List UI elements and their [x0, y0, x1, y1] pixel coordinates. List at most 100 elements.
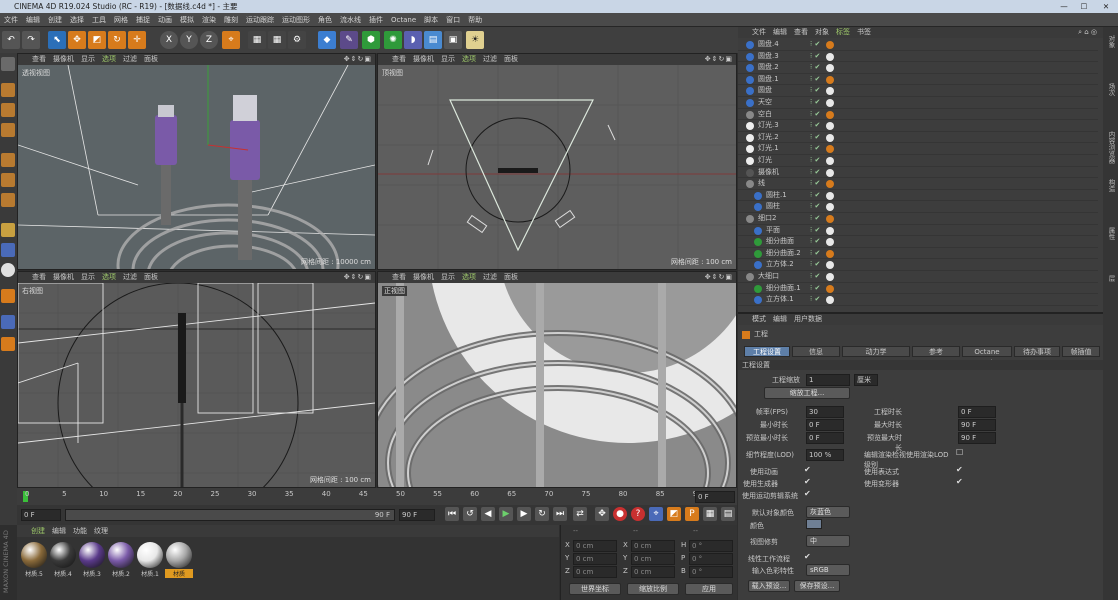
visibility-toggle-icon[interactable]: ⁝ ✔ — [810, 294, 820, 305]
om-menu-view[interactable]: 查看 — [794, 28, 808, 36]
object-row[interactable]: 细分曲面.2 ⁝ ✔ — [738, 248, 1098, 260]
visibility-toggle-icon[interactable]: ⁝ ✔ — [810, 190, 820, 201]
menu-window[interactable]: 窗口 — [442, 13, 464, 27]
render-settings-icon[interactable]: ⚙ — [288, 31, 306, 49]
vp-menu-view[interactable]: 查看 — [32, 54, 46, 65]
material-swatch[interactable]: 材质.2 — [107, 541, 135, 578]
default-color-dropdown[interactable]: 灰蓝色 — [806, 506, 850, 518]
visibility-toggle-icon[interactable]: ⁝ ✔ — [810, 236, 820, 247]
visibility-toggle-icon[interactable]: ⁝ ✔ — [810, 155, 820, 166]
apply-button[interactable]: 应用 — [685, 583, 733, 595]
material-tag-icon[interactable] — [826, 145, 834, 154]
keyframe-selection-icon[interactable]: ⌖ — [649, 507, 663, 521]
make-editable-icon[interactable] — [1, 57, 15, 71]
object-name[interactable]: 摄像机 — [758, 167, 779, 178]
object-row[interactable]: 细分曲面 ⁝ ✔ — [738, 236, 1098, 248]
camera-icon[interactable]: ▣ — [444, 31, 462, 49]
object-name[interactable]: 细分曲面.2 — [766, 248, 801, 259]
visibility-toggle-icon[interactable]: ⁝ ✔ — [810, 271, 820, 282]
vp-menu-filter[interactable]: 过滤 — [483, 54, 497, 65]
visibility-toggle-icon[interactable]: ⁝ ✔ — [810, 213, 820, 224]
visibility-toggle-icon[interactable]: ⁝ ✔ — [810, 85, 820, 96]
coord-field[interactable]: 0 cm — [631, 566, 675, 578]
am-menu-edit[interactable]: 编辑 — [773, 315, 787, 323]
material-tag-icon[interactable] — [826, 249, 834, 258]
vp-menu-panel[interactable]: 面板 — [144, 54, 158, 65]
object-name[interactable]: 细口2 — [758, 213, 776, 224]
pla-key-icon[interactable]: ▦ — [703, 507, 717, 521]
object-name[interactable]: 细分曲面 — [766, 236, 794, 247]
menu-help[interactable]: 帮助 — [464, 13, 486, 27]
menu-script[interactable]: 脚本 — [420, 13, 442, 27]
object-name[interactable]: 圆盘.3 — [758, 51, 779, 62]
use-animation-checkbox[interactable]: ✔ — [804, 465, 811, 474]
material-tag-icon[interactable] — [826, 284, 834, 293]
material-tag-icon[interactable] — [826, 226, 834, 235]
vp-menu-filter[interactable]: 过滤 — [123, 272, 137, 283]
menu-snap[interactable]: 捕捉 — [132, 13, 154, 27]
visibility-toggle-icon[interactable]: ⁝ ✔ — [810, 74, 820, 85]
vp-menu-options[interactable]: 选项 — [102, 272, 116, 283]
scale-icon[interactable]: ◩ — [88, 31, 106, 49]
menu-simulate[interactable]: 模拟 — [176, 13, 198, 27]
menu-mesh[interactable]: 网格 — [110, 13, 132, 27]
visibility-toggle-icon[interactable]: ⁝ ✔ — [810, 201, 820, 212]
object-name[interactable]: 立方体.2 — [766, 259, 794, 270]
object-row[interactable]: 圆盘.4 ⁝ ✔ — [738, 39, 1098, 51]
menu-create[interactable]: 创建 — [44, 13, 66, 27]
pen-icon[interactable]: ✎ — [340, 31, 358, 49]
play-icon[interactable]: ▶ — [499, 507, 513, 521]
move-icon[interactable]: ✥ — [68, 31, 86, 49]
color-swatch[interactable] — [806, 519, 822, 529]
vp-menu-panel[interactable]: 面板 — [504, 272, 518, 283]
param-key-icon[interactable]: P — [685, 507, 699, 521]
object-row[interactable]: 空白 ⁝ ✔ — [738, 109, 1098, 121]
visibility-toggle-icon[interactable]: ⁝ ✔ — [810, 109, 820, 120]
visibility-toggle-icon[interactable]: ⁝ ✔ — [810, 62, 820, 73]
render-view-icon[interactable]: ▦ — [248, 31, 266, 49]
autokey-icon[interactable]: ? — [631, 507, 645, 521]
coord-field[interactable]: 0 cm — [573, 553, 617, 565]
vp-menu-display[interactable]: 显示 — [81, 54, 95, 65]
coord-field[interactable]: 0 ° — [689, 566, 733, 578]
preview-max-field[interactable]: 90 F — [958, 432, 996, 444]
object-name[interactable]: 圆柱 — [766, 201, 780, 212]
menu-tools[interactable]: 工具 — [88, 13, 110, 27]
object-name[interactable]: 细分曲面.1 — [766, 283, 801, 294]
object-name[interactable]: 圆盘.4 — [758, 39, 779, 50]
visibility-toggle-icon[interactable]: ⁝ ✔ — [810, 167, 820, 178]
view-clip-dropdown[interactable]: 中 — [806, 535, 850, 547]
menu-edit[interactable]: 编辑 — [22, 13, 44, 27]
viewport-perspective[interactable]: 查看 摄像机 显示 选项 过滤 面板 ✥⇕↻▣ 透视视图 网格间距 : 10000 cm — [17, 53, 376, 270]
lock-workplane-icon[interactable] — [1, 315, 15, 329]
close-button[interactable]: ✕ — [1096, 0, 1116, 13]
vp-menu-filter[interactable]: 过滤 — [483, 272, 497, 283]
visibility-toggle-icon[interactable]: ⁝ ✔ — [810, 39, 820, 50]
tab-todo[interactable]: 待办事项 — [1014, 346, 1060, 357]
save-preset-button[interactable]: 保存预设... — [794, 580, 840, 592]
om-menu-file[interactable]: 文件 — [752, 28, 766, 36]
vp-menu-filter[interactable]: 过滤 — [123, 54, 137, 65]
coord-field[interactable]: 0 ° — [689, 540, 733, 552]
snap-icon[interactable] — [1, 263, 15, 277]
material-tag-icon[interactable] — [826, 64, 834, 73]
object-name[interactable]: 圆盘.1 — [758, 74, 779, 85]
visibility-toggle-icon[interactable]: ⁝ ✔ — [810, 283, 820, 294]
z-axis-icon[interactable]: Z — [200, 31, 218, 49]
goto-end-icon[interactable]: ⏭ — [553, 507, 567, 521]
object-row[interactable]: 摄像机 ⁝ ✔ — [738, 167, 1098, 179]
start-frame-field[interactable]: 0 F — [21, 509, 61, 521]
project-scale-field[interactable]: 1 — [806, 374, 850, 386]
tab-project-settings[interactable]: 工程设置 — [744, 346, 790, 357]
preview-range-slider[interactable]: 90 F — [65, 509, 395, 521]
menu-file[interactable]: 文件 — [0, 13, 22, 27]
timeline-ruler[interactable]: 051015202530354045505560657075808590 0 F — [17, 488, 737, 505]
om-menu-bookmarks[interactable]: 书签 — [857, 28, 871, 36]
vp-menu-display[interactable]: 显示 — [441, 272, 455, 283]
cube-icon[interactable]: ◆ — [318, 31, 336, 49]
edges-mode-icon[interactable] — [1, 173, 15, 187]
project-unit-dropdown[interactable]: 厘米 — [854, 374, 878, 386]
object-name[interactable]: 圆盘.2 — [758, 62, 779, 73]
input-color-dropdown[interactable]: sRGB — [806, 564, 850, 576]
side-tab[interactable]: 层 — [1106, 275, 1116, 282]
